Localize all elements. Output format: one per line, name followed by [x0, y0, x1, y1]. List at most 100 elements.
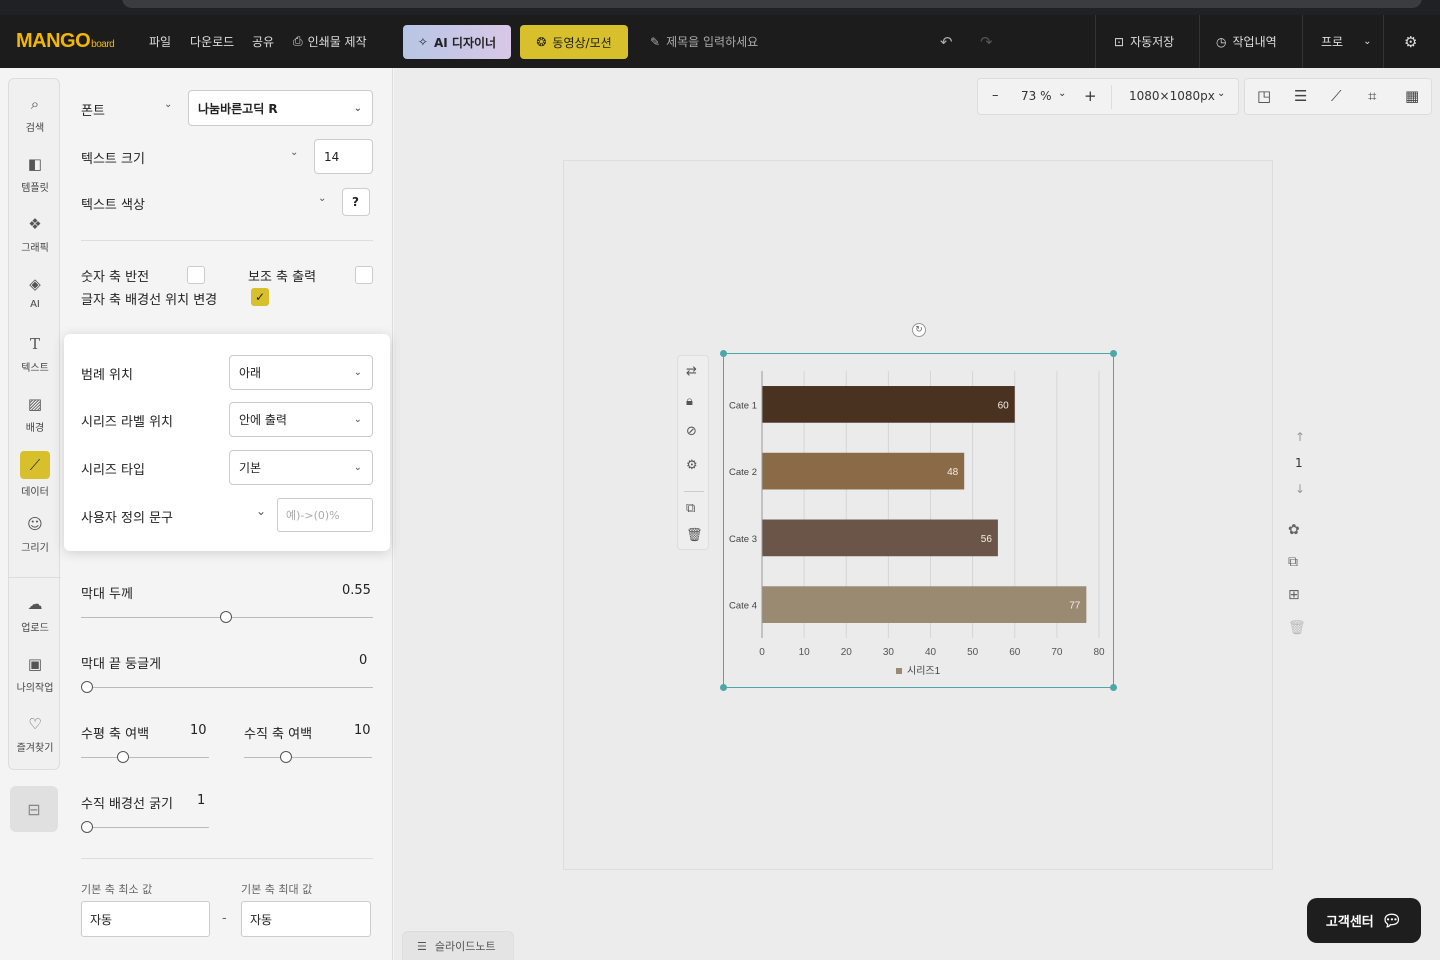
- nav-divider: [9, 577, 61, 578]
- v-margin-slider[interactable]: [244, 751, 372, 763]
- chevron-down-icon[interactable]: ⌄: [1058, 88, 1066, 99]
- h-margin-slider[interactable]: [81, 751, 209, 763]
- nav-text[interactable]: T 텍스트: [9, 333, 61, 374]
- help-center-button[interactable]: 고객센터 💬︎: [1307, 898, 1421, 943]
- series-type-select[interactable]: 기본 ⌄: [229, 450, 373, 485]
- bar-round-slider[interactable]: [81, 681, 373, 693]
- nav-ai[interactable]: ◈ AI: [9, 273, 61, 310]
- canvas-toolbar: ◳ ☰ ⟋ ⌗ ▦: [1244, 78, 1432, 115]
- upload-icon: ☁: [27, 595, 43, 613]
- slider-thumb[interactable]: [117, 751, 129, 763]
- crop-icon[interactable]: ⌗: [1368, 87, 1376, 105]
- menu-share[interactable]: 공유: [252, 33, 274, 50]
- arrow-down-icon[interactable]: ↓: [1295, 482, 1305, 496]
- custom-text-input[interactable]: 예)->(0)%: [277, 498, 373, 532]
- extension-button[interactable]: ⊟: [10, 786, 58, 832]
- chat-icon: 💬︎: [1381, 911, 1403, 930]
- nav-upload[interactable]: ☁ 업로드: [9, 593, 61, 634]
- ruler-icon[interactable]: ⟋: [1331, 87, 1342, 105]
- nav-label: 그리기: [21, 543, 49, 554]
- nav-background[interactable]: ▨ 배경: [9, 393, 61, 434]
- slider-thumb[interactable]: [81, 681, 93, 693]
- text-icon: T: [29, 335, 40, 353]
- chart-options-popup: 범례 위치 아래 ⌄ 시리즈 라벨 위치 안에 출력 ⌄ 시리즈 타입 기본 ⌄ 사용…: [64, 334, 390, 551]
- zoom-value[interactable]: 73 %: [1021, 89, 1052, 103]
- history-button[interactable]: ◷ 작업내역: [1216, 33, 1277, 50]
- favorite-icon: ♡: [28, 715, 42, 733]
- chevron-down-icon[interactable]: ⌄: [318, 193, 326, 204]
- max-value-input[interactable]: 자동: [241, 901, 371, 937]
- motion-button[interactable]: ❂ 동영상/모션: [520, 25, 628, 59]
- text-size-input[interactable]: 14: [314, 139, 373, 174]
- menu-download[interactable]: 다운로드: [190, 33, 234, 50]
- series-label-position-select[interactable]: 안에 출력 ⌄: [229, 402, 373, 437]
- ai-designer-label: AI 디자이너: [433, 35, 497, 50]
- text-size-value: 14: [324, 149, 340, 164]
- trash-icon[interactable]: 🗑︎: [686, 528, 703, 543]
- lock-icon[interactable]: 🔒︎: [686, 394, 693, 409]
- bar-round-value: 0: [359, 653, 368, 668]
- nav-my-work[interactable]: ▣ 나의작업: [9, 653, 61, 694]
- nav-template[interactable]: ◧ 템플릿: [9, 153, 61, 194]
- canvas-size[interactable]: 1080×1080px: [1129, 89, 1215, 103]
- nav-data[interactable]: ⟋ 데이터: [9, 451, 61, 498]
- color-palette-icon[interactable]: ✿: [1288, 522, 1300, 538]
- settings-icon[interactable]: ⚙: [686, 458, 698, 473]
- element-float-toolbar: ⇄ 🔒︎ ⊘ ⚙ ⧉ 🗑︎: [677, 355, 709, 550]
- redo-icon[interactable]: ↷: [980, 33, 993, 51]
- bg-line-checkbox[interactable]: ✓: [251, 288, 269, 306]
- chevron-down-icon[interactable]: ⌄: [256, 504, 266, 518]
- resize-handle[interactable]: [1110, 350, 1117, 357]
- divider: [1199, 15, 1200, 68]
- rotate-icon[interactable]: ↻: [912, 323, 926, 337]
- v-gridline-slider[interactable]: [81, 821, 209, 833]
- menu-file[interactable]: 파일: [149, 33, 171, 50]
- store-icon: ⊟: [27, 799, 41, 819]
- sub-axis-checkbox[interactable]: [355, 266, 373, 284]
- font-select[interactable]: 나눔바른고딕 R ⌄: [188, 90, 373, 126]
- add-page-icon[interactable]: ⊞: [1288, 587, 1300, 603]
- autosave-button[interactable]: ⊡ 자동저장: [1114, 33, 1174, 50]
- layers-icon[interactable]: ☰: [1294, 87, 1307, 105]
- arrow-up-icon[interactable]: ↑: [1295, 430, 1305, 444]
- slider-thumb[interactable]: [81, 821, 93, 833]
- nav-draw[interactable]: ☺ 그리기: [9, 513, 61, 554]
- nav-graphic[interactable]: ❖ 그래픽: [9, 213, 61, 254]
- slider-thumb[interactable]: [220, 611, 232, 623]
- resize-handle[interactable]: [720, 684, 727, 691]
- memo-icon[interactable]: ◳: [1257, 87, 1271, 105]
- logo[interactable]: MANGO board: [16, 30, 115, 53]
- chevron-down-icon[interactable]: ⌄: [164, 99, 172, 110]
- undo-icon[interactable]: ↶: [940, 33, 953, 51]
- nav-search[interactable]: ⌕ 검색: [9, 93, 61, 134]
- resize-handle[interactable]: [720, 350, 727, 357]
- zoom-out-button[interactable]: –: [992, 88, 999, 103]
- my-work-icon: ▣: [27, 655, 43, 673]
- grid-icon[interactable]: ▦: [1405, 87, 1419, 105]
- slide-note-tab[interactable]: ☰ 슬라이드노트: [402, 931, 514, 960]
- resize-handle[interactable]: [1110, 684, 1117, 691]
- replace-icon[interactable]: ⇄: [686, 364, 697, 379]
- unlink-icon[interactable]: ⊘: [686, 424, 697, 439]
- bar-thickness-slider[interactable]: [81, 611, 373, 623]
- legend-position-select[interactable]: 아래 ⌄: [229, 355, 373, 390]
- settings-gear-icon[interactable]: ⚙: [1404, 33, 1417, 51]
- print-button[interactable]: ⎙ 인쇄물 제작: [293, 33, 367, 50]
- ai-designer-button[interactable]: ✧ AI 디자이너: [403, 25, 511, 59]
- min-value-input[interactable]: 자동: [81, 901, 210, 937]
- title-input[interactable]: ✎ 제목을 입력하세요: [650, 33, 758, 50]
- slider-thumb[interactable]: [280, 751, 292, 763]
- invert-axis-checkbox[interactable]: [187, 266, 205, 284]
- zoom-in-button[interactable]: +: [1084, 87, 1097, 105]
- chevron-down-icon[interactable]: ⌄: [290, 147, 298, 158]
- nav-favorite[interactable]: ♡ 즐겨찾기: [9, 713, 61, 754]
- h-margin-label: 수평 축 여백: [81, 727, 150, 742]
- delete-page-icon[interactable]: 🗑︎: [1288, 620, 1306, 636]
- nav-label: 즐겨찾기: [16, 743, 54, 754]
- chevron-down-icon[interactable]: ⌄: [1217, 88, 1225, 99]
- duplicate-page-icon[interactable]: ⧉: [1288, 554, 1298, 570]
- edit-title-icon: ✎: [650, 34, 661, 49]
- copy-icon[interactable]: ⧉: [686, 501, 695, 516]
- plan-dropdown[interactable]: 프로 ⌄: [1321, 33, 1371, 50]
- text-color-button[interactable]: ?: [342, 188, 370, 216]
